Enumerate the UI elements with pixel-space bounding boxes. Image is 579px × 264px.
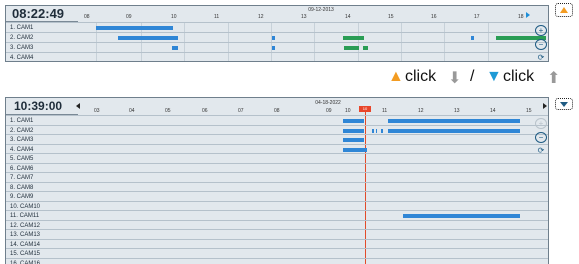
camera-row[interactable]: 4. CAM4 — [6, 52, 548, 61]
triangle-up-icon — [560, 7, 568, 13]
camera-label: 3. CAM3 — [10, 45, 34, 51]
arrow-down-icon: ⬇ — [448, 70, 462, 87]
hour-tick: 03 — [94, 108, 100, 114]
camera-label: 5. CAM5 — [10, 156, 34, 162]
hour-tick: 11 — [214, 14, 220, 20]
camera-label: 1. CAM1 — [10, 118, 34, 124]
triangle-down-icon — [560, 102, 568, 107]
hour-tick: 08 — [84, 14, 90, 20]
hour-tick: 17 — [474, 14, 480, 20]
hour-tick: 18 — [518, 14, 524, 20]
hour-ruler: 04-18-2022 03 04 05 06 07 08 09 10 11 12… — [78, 98, 548, 115]
camera-row[interactable]: 16. CAM16 — [6, 257, 548, 264]
refresh-icon[interactable]: ⟳ — [536, 146, 546, 155]
recording-segment[interactable] — [96, 26, 173, 30]
recording-segment[interactable] — [388, 119, 520, 123]
scroll-right-icon[interactable] — [526, 12, 530, 18]
triangle-up-icon: ▲ — [388, 68, 404, 85]
scroll-right-icon[interactable] — [543, 103, 547, 109]
timeline-sidebar: + − ⟳ — [534, 115, 548, 155]
hour-tick: 16 — [431, 14, 437, 20]
hour-tick: 09 — [326, 108, 332, 114]
recording-segment[interactable] — [343, 138, 364, 142]
camera-label: 2. CAM2 — [10, 127, 34, 134]
triangle-down-icon: ▼ — [486, 68, 502, 85]
camera-label: 8. CAM8 — [10, 184, 34, 191]
camera-label: 4. CAM4 — [10, 146, 34, 153]
click-legend: ▲ click ⬇ / ▼ click ⬆ — [0, 66, 579, 90]
hour-tick: 11 — [382, 108, 388, 114]
motion-segment[interactable] — [344, 46, 359, 50]
hour-tick: 14 — [345, 14, 351, 20]
timeline-clock: 10:39:00 — [6, 98, 78, 115]
hour-tick: 10 — [345, 108, 351, 114]
timeline-date: 09-12-2013 — [308, 7, 334, 13]
hour-tick: 14 — [490, 108, 496, 114]
recording-segment[interactable] — [381, 128, 383, 133]
camera-label: 16. CAM16 — [10, 260, 41, 264]
zoom-out-icon[interactable]: − — [535, 132, 547, 143]
zoom-out-icon[interactable]: − — [535, 39, 547, 50]
recording-segment[interactable] — [372, 128, 374, 133]
camera-label: 7. CAM7 — [10, 175, 34, 181]
hour-tick: 13 — [454, 108, 460, 114]
camera-label: 14. CAM14 — [10, 241, 41, 248]
legend-click-label: click — [405, 68, 437, 85]
camera-label: 11. CAM11 — [10, 213, 40, 219]
hour-tick: 08 — [274, 108, 280, 114]
recording-segment[interactable] — [272, 36, 275, 40]
camera-label: 4. CAM4 — [10, 55, 34, 61]
timeline-date: 04-18-2022 — [315, 100, 341, 106]
recording-segment[interactable] — [272, 46, 275, 50]
recording-segment[interactable] — [471, 36, 474, 40]
timeline-panel-top: 08:22:49 09-12-2013 08 09 10 11 12 13 14… — [5, 5, 549, 62]
expand-toggle-button[interactable] — [555, 98, 573, 110]
hour-ruler: 09-12-2013 08 09 10 11 12 13 14 15 16 17… — [78, 6, 548, 22]
recording-segment[interactable] — [376, 128, 377, 133]
timeline-panel-bottom: 10:39:00 04-18-2022 03 04 05 06 07 08 09… — [5, 97, 549, 264]
motion-segment[interactable] — [363, 46, 368, 50]
hour-tick: 09 — [126, 14, 132, 20]
timeline-clock: 08:22:49 — [6, 6, 78, 22]
hour-tick: 12 — [418, 108, 424, 114]
hour-tick: 13 — [301, 14, 307, 20]
recording-segment[interactable] — [172, 46, 178, 50]
zoom-in-icon[interactable]: + — [535, 118, 547, 129]
recording-segment[interactable] — [388, 128, 520, 133]
camera-label: 10. CAM10 — [10, 203, 41, 210]
camera-label: 3. CAM3 — [10, 137, 34, 143]
camera-label: 12. CAM12 — [10, 222, 41, 229]
hour-tick: 15 — [388, 14, 394, 20]
hour-tick: 10 — [171, 14, 177, 20]
camera-label: 6. CAM6 — [10, 165, 34, 172]
hour-tick: 05 — [165, 108, 171, 114]
hour-tick: 04 — [129, 108, 135, 114]
hour-tick: 12 — [258, 14, 264, 20]
camera-label: 2. CAM2 — [10, 35, 34, 41]
recording-segment[interactable] — [343, 147, 367, 152]
recording-segment[interactable] — [343, 119, 364, 123]
camera-label: 1. CAM1 — [10, 25, 34, 31]
motion-segment[interactable] — [343, 36, 364, 40]
legend-separator: / — [470, 68, 475, 85]
camera-label: 15. CAM15 — [10, 251, 41, 257]
recording-segment[interactable] — [343, 128, 364, 133]
camera-label: 9. CAM9 — [10, 194, 34, 200]
recording-segment[interactable] — [403, 214, 520, 218]
hour-tick: 07 — [238, 108, 244, 114]
hour-tick: 15 — [526, 108, 532, 114]
hour-tick: 06 — [202, 108, 208, 114]
collapse-toggle-button[interactable] — [555, 3, 573, 17]
camera-label: 13. CAM13 — [10, 232, 41, 238]
arrow-up-icon: ⬆ — [547, 70, 561, 87]
timeline-sidebar: + − ⟳ — [534, 22, 548, 61]
refresh-icon[interactable]: ⟳ — [536, 53, 546, 61]
legend-click-label: click — [503, 68, 535, 85]
recording-segment[interactable] — [118, 36, 178, 40]
zoom-in-icon[interactable]: + — [535, 25, 547, 36]
